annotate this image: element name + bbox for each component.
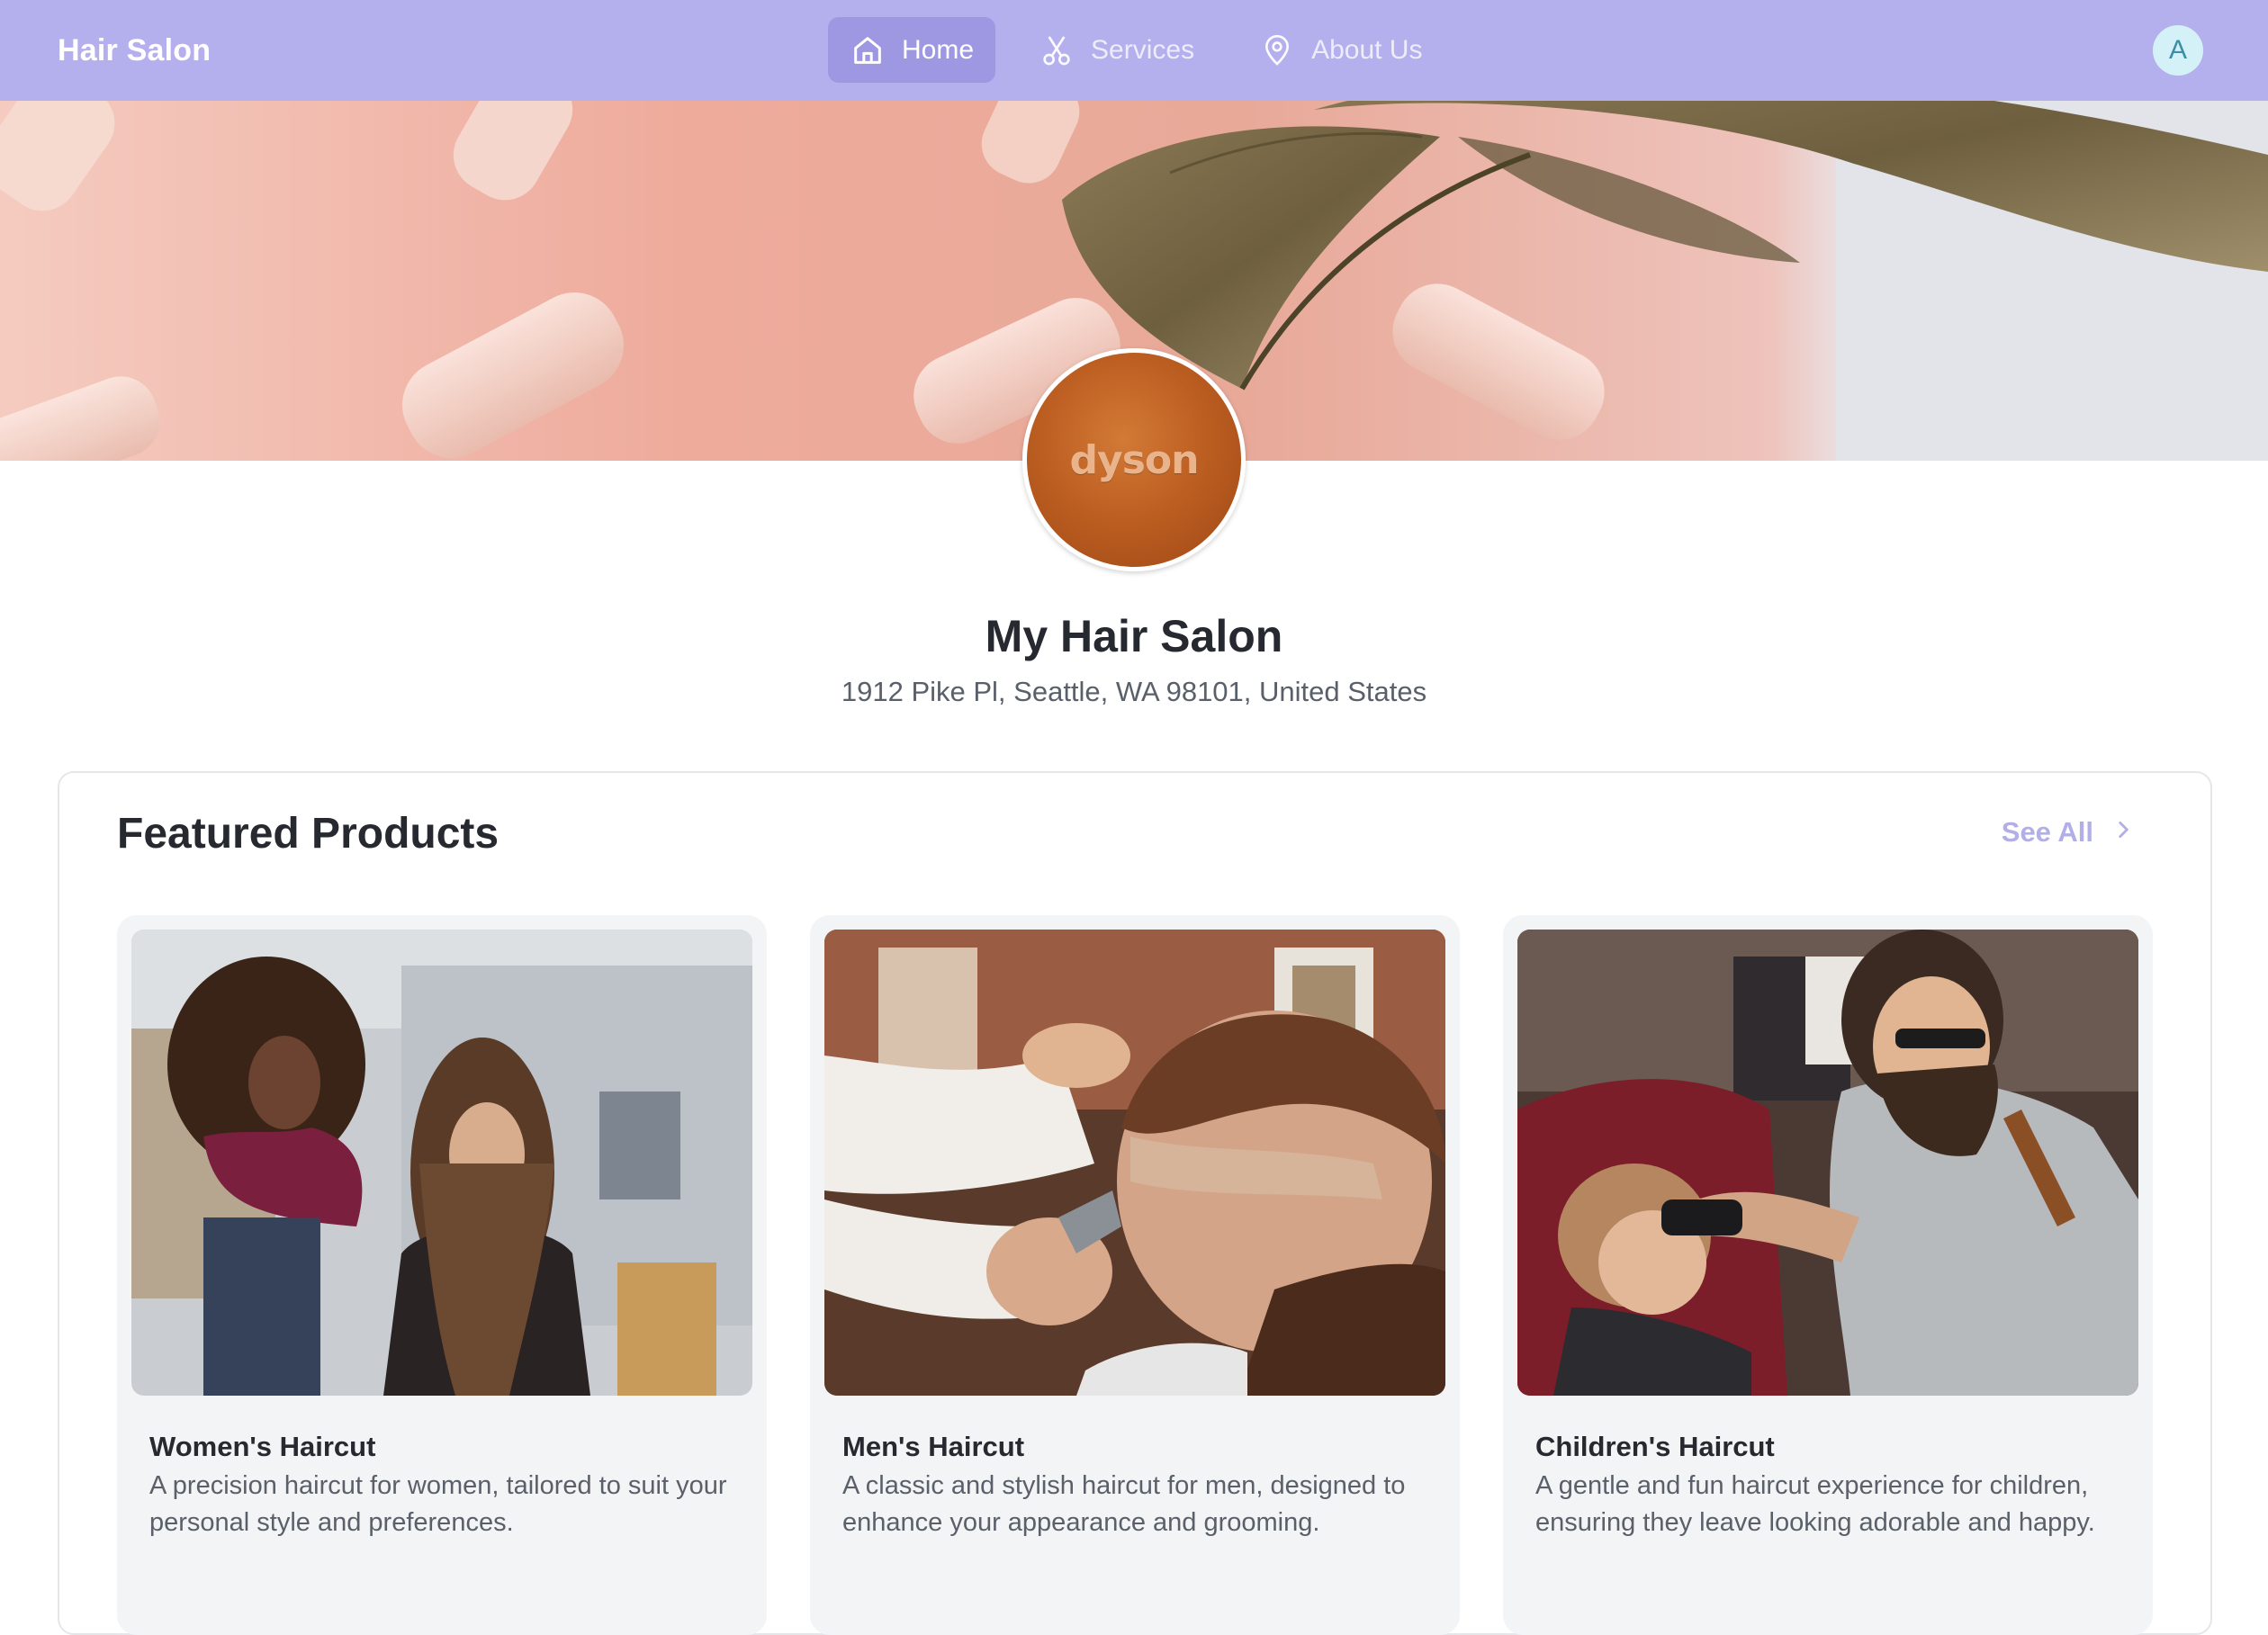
salon-logo: dyson	[1022, 348, 1246, 571]
product-description: A precision haircut for women, tailored …	[149, 1471, 727, 1537]
featured-products-section: Featured Products See All Women's Haircu…	[58, 771, 2212, 1635]
product-name: Women's Haircut	[149, 1431, 376, 1462]
map-pin-icon	[1259, 32, 1295, 68]
product-image-childrens-haircut	[1517, 930, 2138, 1396]
nav-item-services-label: Services	[1091, 34, 1195, 65]
product-card-mens-haircut[interactable]: Men's Haircut A classic and stylish hair…	[810, 915, 1460, 1635]
salon-name: My Hair Salon	[985, 611, 1283, 661]
top-navigation-bar: Hair Salon Home Services About Us A	[0, 0, 2268, 101]
product-image-mens-haircut	[824, 930, 1445, 1396]
product-name: Men's Haircut	[842, 1431, 1025, 1462]
salon-address: 1912 Pike Pl, Seattle, WA 98101, United …	[841, 676, 1427, 707]
scissors-icon	[1039, 32, 1075, 68]
nav-item-services[interactable]: Services	[1017, 17, 1216, 83]
user-avatar[interactable]: A	[2153, 25, 2203, 76]
see-all-link[interactable]: See All	[2002, 816, 2135, 849]
chevron-right-icon	[2111, 816, 2135, 849]
product-description: A classic and stylish haircut for men, d…	[842, 1471, 1406, 1537]
nav-item-about-us[interactable]: About Us	[1238, 17, 1444, 83]
product-name: Children's Haircut	[1535, 1431, 1775, 1462]
see-all-label: See All	[2001, 816, 2093, 848]
nav-item-about-us-label: About Us	[1311, 34, 1423, 65]
logo-wordmark: dyson	[1069, 436, 1200, 483]
product-card-womens-haircut[interactable]: Women's Haircut A precision haircut for …	[117, 915, 767, 1635]
product-description: A gentle and fun haircut experience for …	[1535, 1471, 2095, 1537]
product-carousel[interactable]: Women's Haircut A precision haircut for …	[117, 915, 2210, 1635]
main-nav: Home Services About Us	[828, 17, 1444, 83]
brand-title[interactable]: Hair Salon	[58, 0, 211, 101]
home-icon	[850, 32, 886, 68]
product-card-childrens-haircut[interactable]: Children's Haircut A gentle and fun hair…	[1503, 915, 2153, 1635]
nav-item-home[interactable]: Home	[828, 17, 996, 83]
nav-item-home-label: Home	[902, 34, 975, 65]
product-image-womens-haircut	[131, 930, 752, 1396]
section-title: Featured Products	[117, 810, 500, 858]
